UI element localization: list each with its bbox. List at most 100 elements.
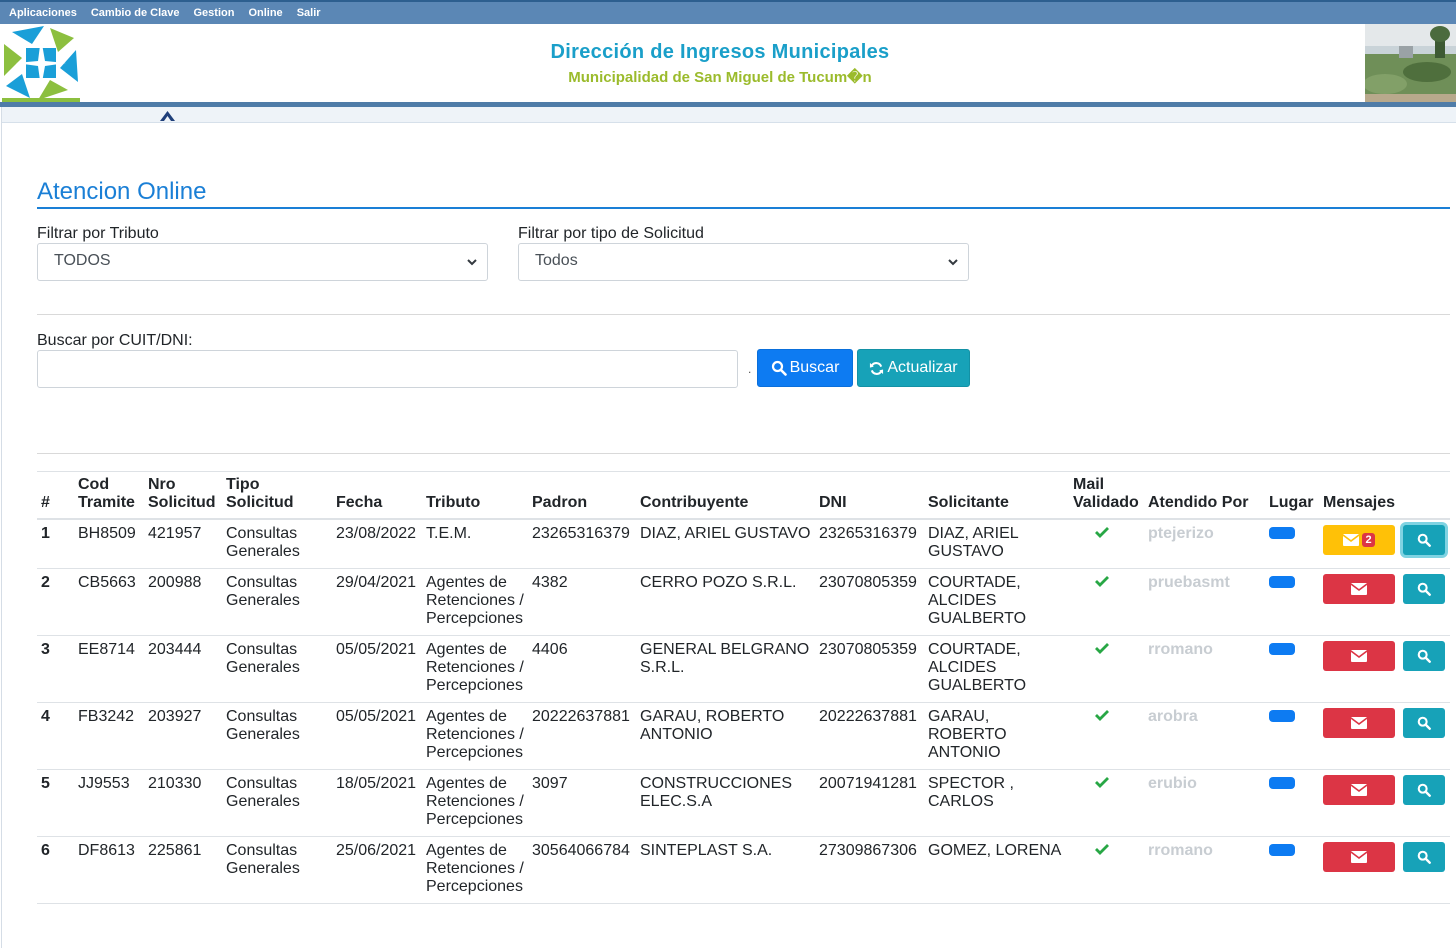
mensajes-button[interactable]: 2 — [1323, 525, 1395, 555]
table-row: 6 DF8613 225861 Consultas Generales 25/06/20… — [37, 836, 1450, 904]
contribuyente: GARAU, ROBERTO ANTONIO — [636, 702, 815, 770]
atendido-por: rromano — [1144, 836, 1265, 904]
row-num: 1 — [37, 519, 74, 569]
mensajes-button[interactable] — [1323, 708, 1395, 738]
check-icon — [1095, 777, 1109, 788]
ver-detalle — [1399, 769, 1450, 837]
table-row: 2 CB5663 200988 Consultas Generales 29/04/20… — [37, 568, 1450, 636]
envelope-icon — [1351, 650, 1367, 662]
buscar-button[interactable]: Buscar — [757, 349, 853, 387]
col-contribuyente: Contribuyente — [636, 471, 815, 520]
tipo-select-value: Todos — [535, 252, 578, 269]
table-row: 4 FB3242 203927 Consultas Generales 05/05/20… — [37, 702, 1450, 770]
col-tributo: Tributo — [422, 471, 528, 520]
row-num: 3 — [37, 635, 74, 703]
tributo-filter-label: Filtrar por Tributo — [37, 225, 159, 242]
nro-solicitud: 203927 — [144, 702, 222, 770]
cod-tramite: FB3242 — [74, 702, 144, 770]
menu-salir[interactable]: Salir — [297, 7, 321, 19]
col-dni: DNI — [815, 471, 924, 520]
atendido-por: erubio — [1144, 769, 1265, 837]
mensajes-button[interactable] — [1323, 574, 1395, 604]
actualizar-label: Actualizar — [887, 359, 958, 376]
mensajes-button[interactable] — [1323, 775, 1395, 805]
view-button[interactable] — [1403, 641, 1445, 671]
tipo-solicitud-select[interactable]: Todos — [518, 243, 969, 281]
cuit-dni-input[interactable] — [37, 350, 738, 388]
solicitudes-table: # Cod Tramite Nro Solicitud Tipo Solicitud … — [37, 471, 1450, 904]
lugar — [1265, 769, 1319, 837]
left-border — [1, 107, 2, 948]
padron: 20222637881 — [528, 702, 636, 770]
row-num: 6 — [37, 836, 74, 904]
solicitante: GARAU, ROBERTO ANTONIO — [924, 702, 1069, 770]
lugar-indicator[interactable] — [1269, 527, 1295, 539]
table-row: 3 EE8714 203444 Consultas Generales 05/05/20… — [37, 635, 1450, 703]
cod-tramite: BH8509 — [74, 519, 144, 569]
fecha: 23/08/2022 — [332, 519, 422, 569]
mensajes — [1319, 635, 1399, 703]
lugar-indicator[interactable] — [1269, 576, 1295, 588]
chevron-down-icon — [948, 259, 958, 266]
mensajes — [1319, 702, 1399, 770]
table-row: 5 JJ9553 210330 Consultas Generales 18/05/20… — [37, 769, 1450, 837]
menu-cambio-de-clave[interactable]: Cambio de Clave — [91, 7, 180, 19]
actualizar-button[interactable]: Actualizar — [857, 349, 970, 387]
lugar-indicator[interactable] — [1269, 710, 1295, 722]
mensajes-button[interactable] — [1323, 641, 1395, 671]
tributo-select[interactable]: TODOS — [37, 243, 488, 281]
view-button[interactable] — [1403, 708, 1445, 738]
dni: 23070805359 — [815, 568, 924, 636]
contribuyente: GENERAL BELGRANO S.R.L. — [636, 635, 815, 703]
check-icon — [1095, 710, 1109, 721]
view-button[interactable] — [1403, 574, 1445, 604]
title-underline — [37, 207, 1450, 209]
table-row: 1 BH8509 421957 Consultas Generales 23/08/20… — [37, 519, 1450, 569]
row-num: 2 — [37, 568, 74, 636]
padron: 4382 — [528, 568, 636, 636]
tipo-solicitud: Consultas Generales — [222, 702, 332, 770]
mail-validado — [1069, 519, 1144, 569]
search-icon — [1417, 582, 1431, 596]
tipo-solicitud: Consultas Generales — [222, 836, 332, 904]
col-tipo-solicitud: Tipo Solicitud — [222, 471, 332, 520]
mail-validado — [1069, 769, 1144, 837]
menu-gestion[interactable]: Gestion — [194, 7, 235, 19]
header-subtitle: Municipalidad de San Miguel de Tucum�n — [568, 69, 872, 86]
view-button[interactable] — [1403, 525, 1445, 555]
envelope-icon — [1351, 851, 1367, 863]
lugar-indicator[interactable] — [1269, 844, 1295, 856]
envelope-icon — [1351, 784, 1367, 796]
menu-online[interactable]: Online — [248, 7, 282, 19]
cod-tramite: DF8613 — [74, 836, 144, 904]
col-solicitante: Solicitante — [924, 471, 1069, 520]
lugar — [1265, 568, 1319, 636]
view-button[interactable] — [1403, 842, 1445, 872]
menu-aplicaciones[interactable]: Aplicaciones — [9, 7, 77, 19]
view-button[interactable] — [1403, 775, 1445, 805]
nro-solicitud: 210330 — [144, 769, 222, 837]
mensajes-button[interactable] — [1323, 842, 1395, 872]
refresh-icon — [870, 361, 884, 375]
fecha: 05/05/2021 — [332, 635, 422, 703]
solicitante: DIAZ, ARIEL GUSTAVO — [924, 519, 1069, 569]
lugar-indicator[interactable] — [1269, 643, 1295, 655]
atendido-por: arobra — [1144, 702, 1265, 770]
header-title: Dirección de Ingresos Municipales — [550, 41, 890, 63]
chevron-up-icon[interactable] — [160, 109, 175, 121]
contribuyente: CERRO POZO S.R.L. — [636, 568, 815, 636]
envelope-icon — [1351, 583, 1367, 595]
mensajes — [1319, 769, 1399, 837]
lugar-indicator[interactable] — [1269, 777, 1295, 789]
contribuyente: SINTEPLAST S.A. — [636, 836, 815, 904]
lugar — [1265, 836, 1319, 904]
header-subbar — [2, 107, 1456, 123]
ver-detalle — [1399, 635, 1450, 703]
lugar — [1265, 635, 1319, 703]
search-icon — [1417, 783, 1431, 797]
fecha: 25/06/2021 — [332, 836, 422, 904]
solicitante: COURTADE, ALCIDES GUALBERTO — [924, 568, 1069, 636]
search-icon — [1417, 716, 1431, 730]
tipo-solicitud: Consultas Generales — [222, 635, 332, 703]
section-divider — [37, 314, 1450, 315]
